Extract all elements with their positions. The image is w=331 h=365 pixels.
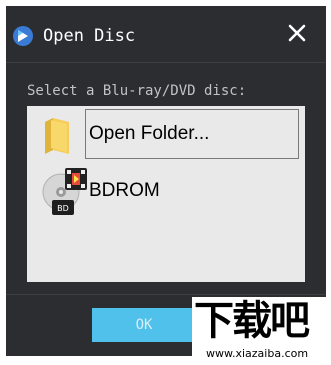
bd-disc-icon: BD (42, 168, 87, 215)
list-item-open-folder[interactable]: Open Folder... (27, 109, 305, 161)
footer-divider (6, 294, 326, 295)
watermark-logo: 下载吧 www.xiazaiba.com (192, 297, 331, 365)
title-divider (6, 62, 326, 63)
watermark-url: www.xiazaiba.com (206, 347, 309, 360)
title-bar: Open Disc (6, 6, 326, 62)
close-icon[interactable] (284, 20, 310, 46)
folder-icon (45, 118, 69, 154)
ok-button[interactable]: OK (92, 308, 196, 342)
svg-text:BD: BD (57, 204, 69, 213)
select-disc-prompt: Select a Blu-ray/DVD disc: (27, 83, 247, 99)
app-logo-icon (13, 26, 33, 46)
list-item-bdrom[interactable]: BD BDROM (27, 166, 305, 218)
disc-list[interactable]: Open Folder... BD BDROM (27, 106, 305, 282)
watermark-text: 下载吧 (194, 298, 310, 344)
dialog-title: Open Disc (43, 26, 136, 46)
list-item-label: Open Folder... (89, 123, 210, 144)
list-item-label: BDROM (89, 180, 160, 201)
